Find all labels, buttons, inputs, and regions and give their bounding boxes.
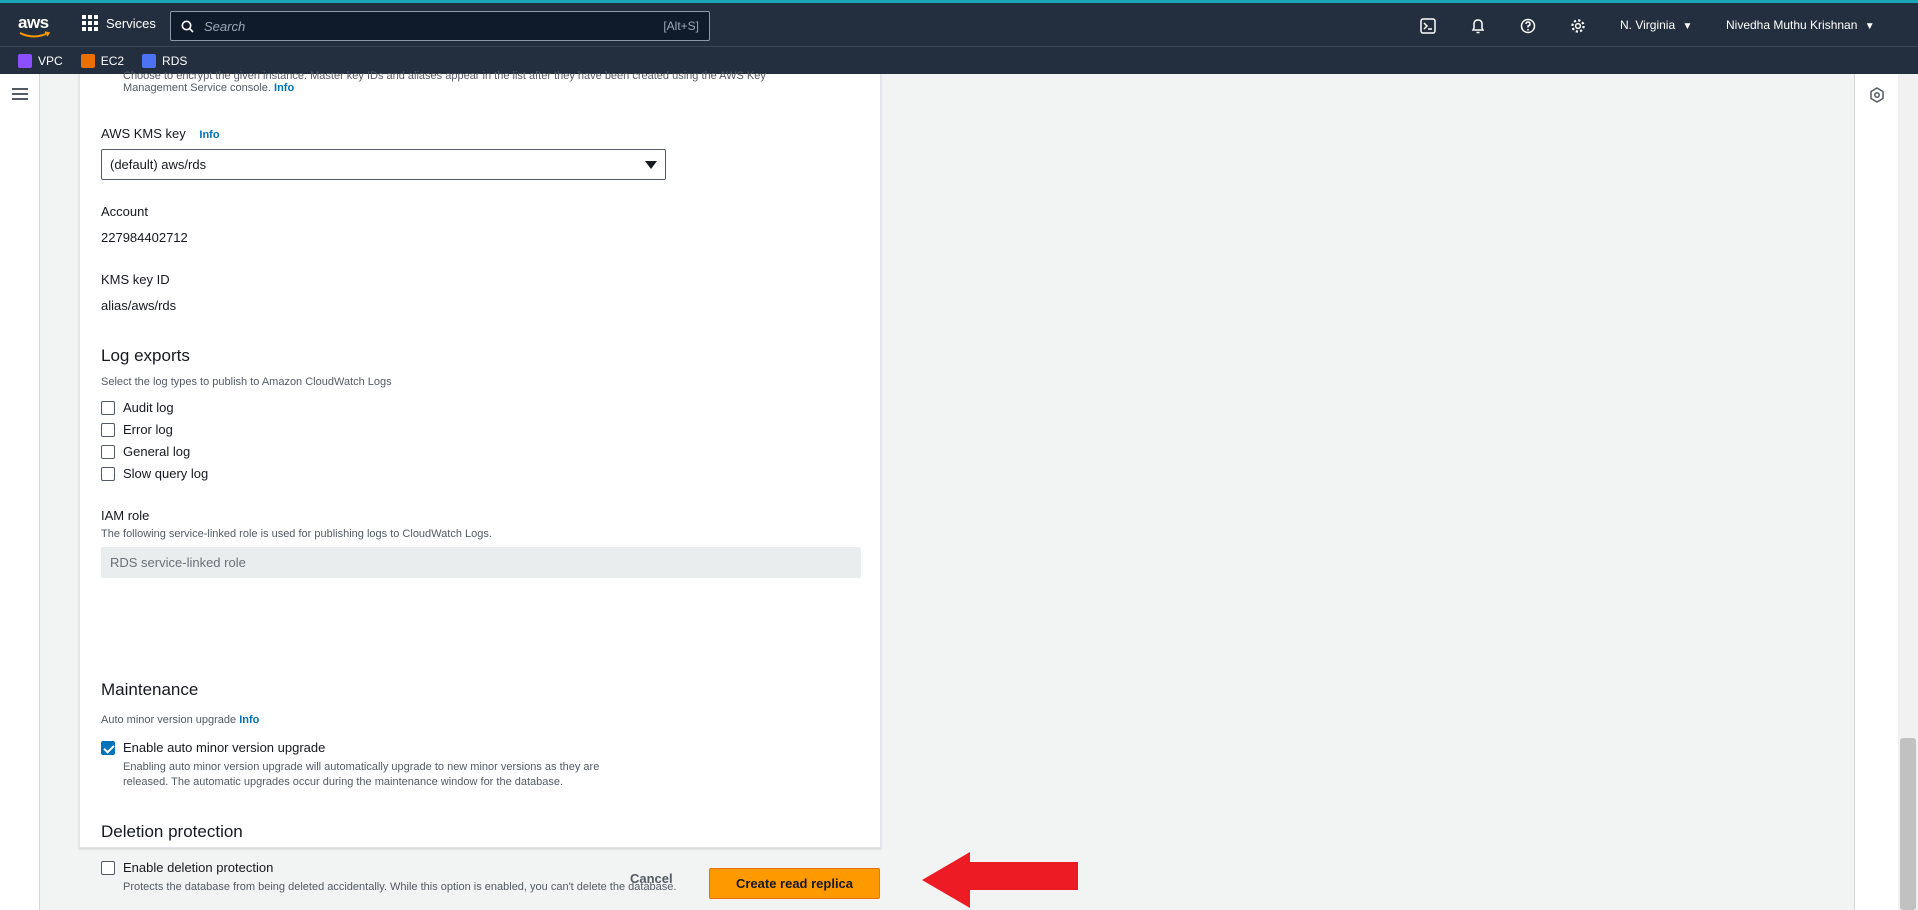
favorite-label: EC2 bbox=[100, 53, 125, 68]
help-icon[interactable] bbox=[1518, 16, 1538, 36]
cancel-button[interactable]: Cancel bbox=[630, 871, 673, 886]
iam-role-label: IAM role bbox=[101, 508, 150, 523]
audit-log-label: Audit log bbox=[123, 400, 174, 415]
auto-minor-version-label: Enable auto minor version upgrade bbox=[123, 740, 326, 755]
iam-role-description: The following service-linked role is use… bbox=[101, 528, 492, 540]
vpc-service-icon bbox=[18, 53, 32, 68]
favorite-rds[interactable]: RDS bbox=[142, 53, 188, 68]
slow-query-log-label: Slow query log bbox=[123, 466, 209, 481]
rds-service-icon bbox=[142, 53, 157, 68]
auto-minor-version-description-line1: Enabling auto minor version upgrade will… bbox=[123, 761, 600, 773]
kms-key-selected-value: (default) aws/rds bbox=[110, 157, 207, 172]
kms-key-id-label: KMS key ID bbox=[101, 272, 170, 287]
general-log-checkbox[interactable] bbox=[101, 444, 115, 459]
search-box[interactable]: [Alt+S] bbox=[170, 11, 710, 41]
audit-log-checkbox-row[interactable]: Audit log bbox=[101, 400, 174, 415]
auto-minor-version-label-row: Auto minor version upgrade Info bbox=[101, 714, 259, 726]
audit-log-checkbox[interactable] bbox=[101, 400, 115, 415]
additional-configuration-panel: Choose to encrypt the given instance. Ma… bbox=[79, 70, 881, 893]
error-log-label: Error log bbox=[123, 422, 173, 437]
kms-key-label: AWS KMS key bbox=[101, 126, 186, 141]
create-read-replica-button[interactable]: Create read replica bbox=[709, 868, 880, 899]
ec2-service-icon bbox=[80, 53, 95, 68]
scrollbar-thumb[interactable] bbox=[1900, 738, 1916, 910]
kms-key-select[interactable]: (default) aws/rds bbox=[101, 149, 666, 180]
search-input[interactable] bbox=[204, 18, 664, 34]
error-log-checkbox[interactable] bbox=[101, 422, 115, 437]
account-label: Account bbox=[101, 204, 148, 219]
encryption-description: Choose to encrypt the given instance. Ma… bbox=[123, 70, 766, 94]
services-label: Services bbox=[106, 15, 156, 31]
deletion-protection-label: Enable deletion protection bbox=[123, 860, 274, 875]
deletion-protection-description: Protects the database from being deleted… bbox=[123, 881, 677, 893]
slow-query-log-checkbox-row[interactable]: Slow query log bbox=[101, 466, 208, 481]
region-label: N. Virginia bbox=[1620, 18, 1676, 32]
slow-query-log-checkbox[interactable] bbox=[101, 466, 115, 481]
services-menu-button[interactable]: Services bbox=[82, 15, 156, 31]
auto-minor-version-checkbox[interactable] bbox=[101, 740, 115, 755]
encryption-info-link[interactable]: Info bbox=[274, 82, 294, 94]
aws-smile-icon bbox=[19, 31, 51, 38]
menu-hamburger-icon[interactable] bbox=[12, 88, 28, 100]
settings-gear-icon[interactable] bbox=[1568, 16, 1588, 36]
auto-minor-version-sublabel: Auto minor version upgrade bbox=[101, 714, 237, 726]
auto-minor-version-description: Enabling auto minor version upgrade will… bbox=[123, 760, 599, 790]
account-value: 227984402712 bbox=[101, 230, 188, 245]
account-menu[interactable]: Nivedha Muthu Krishnan ▼ bbox=[1726, 18, 1875, 32]
deletion-protection-checkbox[interactable] bbox=[101, 860, 115, 875]
favorite-vpc[interactable]: VPC bbox=[18, 53, 63, 68]
annotation-arrow-icon bbox=[922, 852, 1078, 908]
deletion-protection-heading: Deletion protection bbox=[101, 822, 243, 841]
grid-icon bbox=[82, 15, 98, 31]
general-log-checkbox-row[interactable]: General log bbox=[101, 444, 190, 459]
favorite-label: VPC bbox=[38, 53, 63, 68]
caret-down-icon: ▼ bbox=[1864, 21, 1875, 32]
encryption-description-line2: Management Service console. bbox=[123, 82, 271, 94]
region-selector[interactable]: N. Virginia ▼ bbox=[1620, 18, 1692, 32]
iam-role-value: RDS service-linked role bbox=[110, 555, 246, 570]
side-navigation-rail bbox=[0, 74, 40, 910]
deletion-protection-checkbox-row[interactable]: Enable deletion protection bbox=[101, 860, 273, 875]
tools-rail bbox=[1854, 74, 1898, 910]
auto-minor-version-description-line2: released. The automatic upgrades occur d… bbox=[123, 776, 564, 788]
user-name: Nivedha Muthu Krishnan bbox=[1726, 18, 1858, 32]
tools-panel-icon[interactable] bbox=[1869, 87, 1885, 103]
kms-key-id-value: alias/aws/rds bbox=[101, 298, 177, 313]
top-navigation-bar: aws Services [Alt+S] N. Virginia ▼ Niv bbox=[0, 0, 1918, 46]
caret-down-icon: ▼ bbox=[1682, 21, 1693, 32]
aws-logo[interactable]: aws bbox=[18, 13, 52, 39]
encryption-description-line1: Choose to encrypt the given instance. Ma… bbox=[123, 70, 766, 82]
log-exports-description: Select the log types to publish to Amazo… bbox=[101, 376, 392, 388]
log-exports-heading: Log exports bbox=[101, 346, 190, 365]
maintenance-info-link[interactable]: Info bbox=[239, 714, 259, 726]
favorite-label: RDS bbox=[162, 53, 188, 68]
iam-role-input: RDS service-linked role bbox=[101, 547, 861, 578]
general-log-label: General log bbox=[123, 444, 191, 459]
favorite-ec2[interactable]: EC2 bbox=[80, 53, 125, 68]
error-log-checkbox-row[interactable]: Error log bbox=[101, 422, 173, 437]
auto-minor-version-checkbox-row[interactable]: Enable auto minor version upgrade bbox=[101, 740, 325, 755]
notifications-bell-icon[interactable] bbox=[1468, 16, 1488, 36]
kms-key-info-link[interactable]: Info bbox=[199, 129, 219, 141]
aws-logo-text: aws bbox=[18, 13, 49, 32]
kms-key-label-row: AWS KMS key Info bbox=[101, 126, 220, 141]
maintenance-heading: Maintenance bbox=[101, 680, 199, 699]
search-icon bbox=[181, 20, 194, 33]
search-shortcut-hint: [Alt+S] bbox=[663, 19, 699, 33]
caret-down-icon bbox=[645, 160, 657, 169]
cloudshell-icon[interactable] bbox=[1418, 16, 1438, 36]
